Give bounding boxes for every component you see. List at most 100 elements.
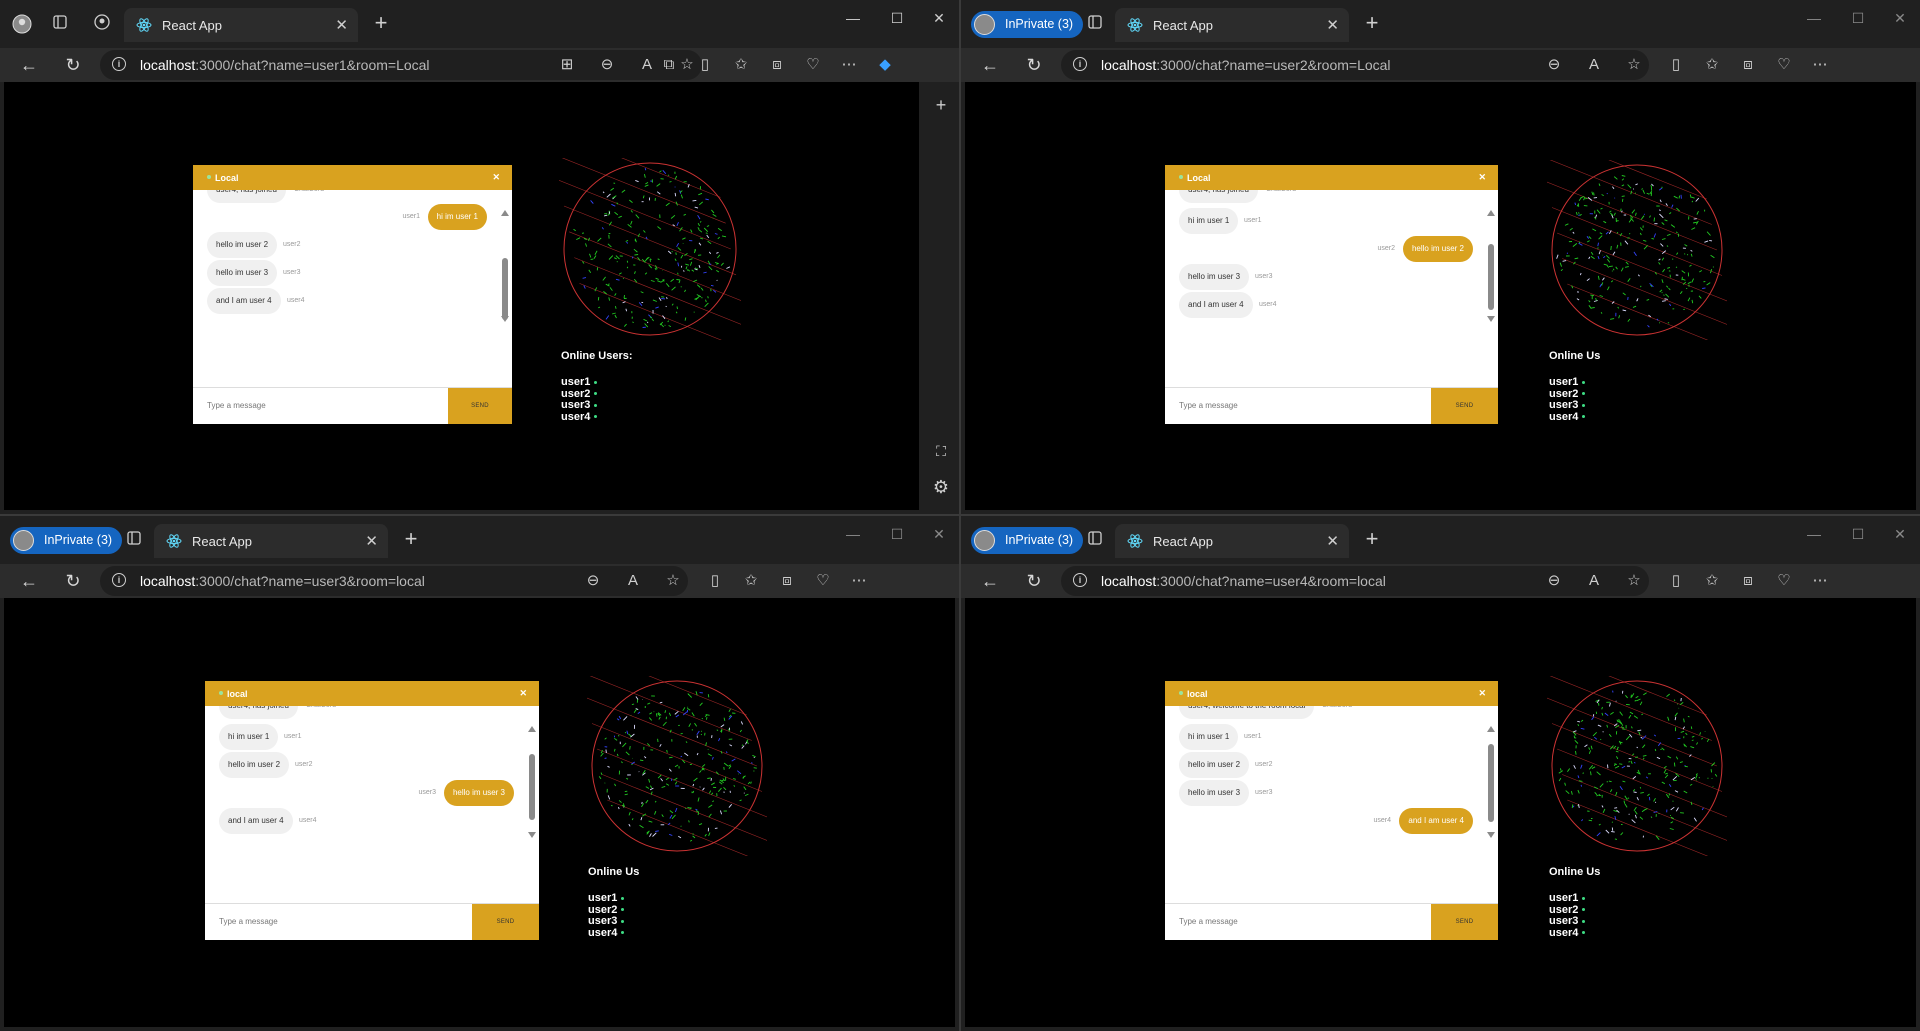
collections-icon[interactable]: ⧈: [768, 56, 786, 74]
tab-react-app[interactable]: React App ✕: [1115, 524, 1349, 558]
globe-graphic[interactable]: [1536, 646, 1738, 869]
split-screen-icon[interactable]: ▯: [696, 56, 714, 74]
refresh-icon[interactable]: ↻: [1023, 570, 1045, 592]
scroll-down-icon[interactable]: [1487, 316, 1495, 322]
zoom-out-icon[interactable]: ⊖: [1545, 572, 1563, 590]
tab-actions-icon[interactable]: [1087, 14, 1107, 34]
close-window-button[interactable]: ✕: [1886, 10, 1914, 27]
more-options-icon[interactable]: ⋯: [840, 56, 858, 74]
scroll-up-icon[interactable]: [528, 726, 536, 732]
favorite-star-icon[interactable]: ☆: [664, 572, 682, 590]
tab-close-icon[interactable]: ✕: [365, 532, 378, 550]
message-input[interactable]: Type a message: [219, 917, 278, 926]
read-aloud-icon[interactable]: A: [624, 572, 642, 590]
address-bar[interactable]: i localhost:3000/chat?name=user4&room=loc…: [1061, 566, 1649, 596]
new-tab-button[interactable]: +: [398, 527, 424, 553]
extensions-icon[interactable]: ⧉: [660, 56, 678, 74]
maximize-button[interactable]: ☐: [883, 10, 911, 27]
favorites-icon[interactable]: ✩: [742, 572, 760, 590]
more-options-icon[interactable]: ⋯: [850, 572, 868, 590]
split-screen-icon[interactable]: ▯: [1667, 56, 1685, 74]
refresh-icon[interactable]: ↻: [62, 54, 84, 76]
profile-avatar-icon[interactable]: [12, 14, 32, 34]
tab-actions-icon[interactable]: [126, 530, 146, 550]
message-scrollbar[interactable]: [1487, 210, 1495, 322]
address-bar[interactable]: i localhost:3000/chat?name=user3&room=loc…: [100, 566, 688, 596]
tab-actions-icon[interactable]: [1087, 530, 1107, 550]
collections-icon[interactable]: ⧈: [1739, 572, 1757, 590]
favorite-star-icon[interactable]: ☆: [678, 56, 696, 74]
refresh-icon[interactable]: ↻: [1023, 54, 1045, 76]
back-arrow-icon[interactable]: ←: [979, 54, 1001, 76]
site-info-icon[interactable]: i: [1073, 57, 1087, 71]
tab-react-app[interactable]: React App ✕: [154, 524, 388, 558]
read-aloud-icon[interactable]: A: [1585, 56, 1603, 74]
copilot-icon[interactable]: ◆: [876, 56, 894, 74]
new-tab-button[interactable]: +: [1359, 527, 1385, 553]
browser-essentials-icon[interactable]: ♡: [1775, 56, 1793, 74]
refresh-icon[interactable]: ↻: [62, 570, 84, 592]
address-bar[interactable]: i localhost:3000/chat?name=user1&room=Loc…: [100, 50, 702, 80]
more-options-icon[interactable]: ⋯: [1811, 572, 1829, 590]
collections-icon[interactable]: ⧈: [1739, 56, 1757, 74]
send-button[interactable]: SEND: [472, 904, 539, 940]
inprivate-badge[interactable]: InPrivate (3): [10, 527, 123, 554]
tab-react-app[interactable]: React App ✕: [124, 8, 358, 42]
back-arrow-icon[interactable]: ←: [18, 54, 40, 76]
message-scrollbar[interactable]: [1487, 726, 1495, 838]
scroll-thumb[interactable]: [1488, 744, 1494, 822]
tab-close-icon[interactable]: ✕: [1326, 532, 1339, 550]
favorites-icon[interactable]: ✩: [1703, 572, 1721, 590]
message-input[interactable]: Type a message: [1179, 917, 1238, 926]
apps-icon[interactable]: ⊞: [558, 56, 576, 74]
scroll-thumb[interactable]: [529, 754, 535, 820]
scroll-thumb[interactable]: [1488, 244, 1494, 310]
github-tab-icon[interactable]: [94, 14, 114, 34]
close-chat-icon[interactable]: ✕: [1478, 688, 1486, 699]
site-info-icon[interactable]: i: [112, 57, 126, 71]
message-input[interactable]: Type a message: [207, 401, 266, 410]
close-chat-icon[interactable]: ✕: [1478, 172, 1486, 183]
scroll-up-icon[interactable]: [501, 210, 509, 216]
globe-graphic[interactable]: [576, 646, 778, 869]
minimize-button[interactable]: —: [839, 10, 867, 26]
scroll-down-icon[interactable]: [528, 832, 536, 838]
new-tab-button[interactable]: +: [368, 11, 394, 37]
close-window-button[interactable]: ✕: [925, 10, 953, 27]
scroll-thumb[interactable]: [502, 258, 508, 320]
browser-essentials-icon[interactable]: ♡: [814, 572, 832, 590]
split-screen-icon[interactable]: ▯: [1667, 572, 1685, 590]
tab-close-icon[interactable]: ✕: [335, 16, 348, 34]
globe-graphic[interactable]: [548, 128, 752, 353]
new-tab-button[interactable]: +: [1359, 11, 1385, 37]
screenshot-icon[interactable]: ⛶: [932, 442, 950, 460]
tab-actions-icon[interactable]: [52, 14, 72, 34]
favorite-star-icon[interactable]: ☆: [1625, 56, 1643, 74]
zoom-out-icon[interactable]: ⊖: [598, 56, 616, 74]
message-scrollbar[interactable]: [528, 726, 536, 838]
maximize-button[interactable]: ☐: [1844, 526, 1872, 543]
send-button[interactable]: SEND: [1431, 904, 1498, 940]
tab-react-app[interactable]: React App ✕: [1115, 8, 1349, 42]
collections-icon[interactable]: ⧈: [778, 572, 796, 590]
back-arrow-icon[interactable]: ←: [18, 570, 40, 592]
settings-gear-icon[interactable]: ⚙: [932, 478, 950, 496]
add-sidebar-app-icon[interactable]: +: [932, 96, 950, 114]
favorite-star-icon[interactable]: ☆: [1625, 572, 1643, 590]
minimize-button[interactable]: —: [1800, 526, 1828, 542]
read-aloud-icon[interactable]: A: [1585, 572, 1603, 590]
message-scrollbar[interactable]: [501, 210, 509, 322]
send-button[interactable]: SEND: [448, 388, 512, 424]
back-arrow-icon[interactable]: ←: [979, 570, 1001, 592]
scroll-down-icon[interactable]: [1487, 832, 1495, 838]
scroll-up-icon[interactable]: [1487, 726, 1495, 732]
inprivate-badge[interactable]: InPrivate (3): [971, 11, 1084, 38]
message-input[interactable]: Type a message: [1179, 401, 1238, 410]
minimize-button[interactable]: —: [839, 526, 867, 542]
more-options-icon[interactable]: ⋯: [1811, 56, 1829, 74]
maximize-button[interactable]: ☐: [883, 526, 911, 543]
favorites-icon[interactable]: ✩: [1703, 56, 1721, 74]
address-bar[interactable]: i localhost:3000/chat?name=user2&room=Loc…: [1061, 50, 1649, 80]
close-chat-icon[interactable]: ✕: [519, 688, 527, 699]
site-info-icon[interactable]: i: [1073, 573, 1087, 587]
